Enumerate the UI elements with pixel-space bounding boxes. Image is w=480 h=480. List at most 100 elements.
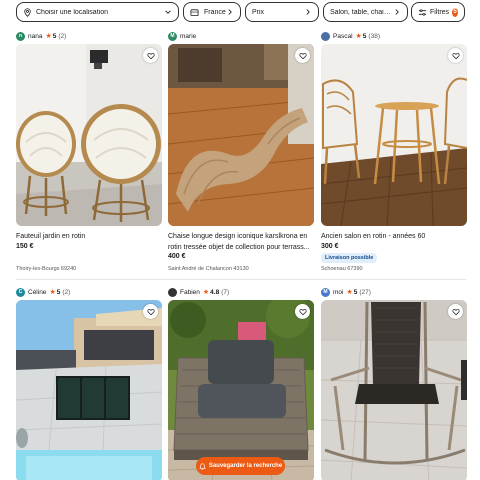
listing-photo[interactable] bbox=[16, 300, 162, 480]
listing-price: 150 € bbox=[16, 243, 34, 250]
rattan-salon-photo bbox=[321, 44, 467, 226]
seller-info[interactable]: Fabien ★ 4.8 (7) bbox=[168, 285, 229, 299]
favorite-button[interactable] bbox=[295, 304, 310, 319]
star-icon: ★ bbox=[49, 289, 56, 296]
favorite-button[interactable] bbox=[143, 304, 158, 319]
listing-price: 300 € bbox=[321, 243, 339, 250]
seller-info[interactable]: Pascal ★ 5 (38) bbox=[321, 29, 380, 43]
title-line: Fauteuil jardin en rotin bbox=[16, 233, 86, 240]
listing-card[interactable]: Fabien ★ 4.8 (7) bbox=[168, 285, 314, 480]
seller-name: moi bbox=[333, 288, 344, 296]
patio-pool-photo bbox=[16, 300, 162, 480]
map-icon bbox=[190, 8, 199, 16]
star-icon: ★ bbox=[355, 33, 362, 40]
location-select-label: Choisir une localisation bbox=[36, 8, 108, 16]
listing-title[interactable]: Fauteuil jardin en rotin bbox=[16, 231, 162, 242]
delivery-badge: Livraison possible bbox=[321, 253, 378, 263]
heart-icon bbox=[146, 308, 155, 315]
heart-icon bbox=[146, 52, 155, 59]
filter-bar: Choisir une localisation France Prix Sal… bbox=[0, 0, 480, 26]
title-line: Chaise longue design iconique karslkrona… bbox=[168, 233, 308, 240]
listing-photo[interactable] bbox=[321, 300, 467, 480]
seller-name: Pascal bbox=[333, 32, 353, 40]
chevron-down-icon bbox=[165, 10, 171, 14]
avatar bbox=[168, 287, 177, 297]
chaise-longue-photo bbox=[168, 44, 314, 226]
country-filter[interactable]: France bbox=[183, 2, 241, 22]
filters-count-badge: 5 bbox=[452, 7, 458, 17]
seller-rating: 5 bbox=[362, 32, 367, 40]
seller-review-count: (38) bbox=[368, 32, 380, 40]
seller-review-count: (27) bbox=[359, 288, 371, 296]
favorite-button[interactable] bbox=[448, 304, 463, 319]
chevron-right-icon bbox=[306, 9, 310, 15]
star-icon: ★ bbox=[346, 289, 353, 296]
listing-location: Saint André de Chalancon 43130 bbox=[168, 266, 249, 272]
avatar: C bbox=[16, 287, 25, 297]
title-line: rotin tressée objet de collection pour t… bbox=[168, 244, 310, 251]
favorite-button[interactable] bbox=[143, 48, 158, 63]
heart-icon bbox=[298, 308, 307, 315]
seller-name: nana bbox=[28, 32, 43, 40]
listing-card[interactable]: M moi ★ 5 (27) bbox=[321, 285, 467, 480]
save-search-label: Sauvegarder la recherche bbox=[208, 463, 283, 469]
listing-photo[interactable] bbox=[321, 44, 467, 226]
heart-icon bbox=[451, 52, 460, 59]
listing-photo[interactable] bbox=[16, 44, 162, 226]
more-filters-button[interactable]: Filtres 5 bbox=[411, 2, 465, 22]
seller-rating: 5 bbox=[56, 288, 61, 296]
filters-icon bbox=[418, 8, 427, 16]
resin-armchair-photo bbox=[168, 300, 314, 480]
heart-icon bbox=[451, 308, 460, 315]
save-search-button[interactable]: Sauvegarder la recherche bbox=[196, 457, 285, 475]
star-icon: ★ bbox=[45, 33, 52, 40]
listing-card[interactable]: Pascal ★ 5 (38) Ancien salon en rotin - … bbox=[321, 29, 467, 279]
listing-card[interactable]: n nana ★ 5 (2) Fauteuil jardin en rotin … bbox=[16, 29, 162, 279]
location-select[interactable]: Choisir une localisation bbox=[16, 2, 179, 22]
seller-info[interactable]: M marie bbox=[168, 29, 196, 43]
row-divider bbox=[16, 279, 466, 280]
avatar bbox=[321, 31, 330, 41]
listing-location: Schoenau 67390 bbox=[321, 266, 363, 272]
listing-location: Thoiry-les-Bourgs 69240 bbox=[16, 266, 77, 272]
avatar: n bbox=[16, 31, 25, 41]
category-filter[interactable]: Salon, table, chai… bbox=[323, 2, 408, 22]
seller-info[interactable]: C Céline ★ 5 (2) bbox=[16, 285, 70, 299]
chevron-right-icon bbox=[228, 9, 232, 15]
avatar: M bbox=[168, 31, 177, 41]
seller-info[interactable]: n nana ★ 5 (2) bbox=[16, 29, 66, 43]
location-pin-icon bbox=[24, 7, 31, 17]
listing-card[interactable]: M marie Chaise longue design iconique ka… bbox=[168, 29, 314, 279]
seller-review-count: (2) bbox=[62, 288, 71, 296]
price-filter[interactable]: Prix bbox=[245, 2, 319, 22]
star-icon: ★ bbox=[202, 289, 210, 296]
listing-card[interactable]: C Céline ★ 5 (2) bbox=[16, 285, 162, 480]
category-filter-label: Salon, table, chai… bbox=[330, 8, 391, 16]
seller-name: marie bbox=[180, 32, 197, 40]
rocking-chair-photo bbox=[321, 300, 467, 480]
listing-title[interactable]: Ancien salon en rotin - années 60 bbox=[321, 231, 467, 242]
listing-photo[interactable] bbox=[168, 300, 314, 480]
price-filter-label: Prix bbox=[252, 8, 265, 16]
avatar: M bbox=[321, 287, 330, 297]
seller-review-count: (7) bbox=[221, 288, 230, 296]
seller-rating: 4.8 bbox=[210, 288, 220, 296]
listing-photo[interactable] bbox=[168, 44, 314, 226]
listing-title[interactable]: Chaise longue design iconique karslkrona… bbox=[168, 231, 314, 253]
listing-price: 400 € bbox=[168, 253, 186, 260]
chevron-right-icon bbox=[395, 9, 399, 15]
seller-name: Céline bbox=[28, 288, 47, 296]
seller-name: Fabien bbox=[180, 288, 200, 296]
country-filter-label: France bbox=[204, 8, 226, 16]
heart-icon bbox=[298, 52, 307, 59]
favorite-button[interactable] bbox=[295, 48, 310, 63]
seller-rating: 5 bbox=[353, 288, 358, 296]
title-line: Ancien salon en rotin - années 60 bbox=[321, 233, 426, 240]
seller-review-count: (2) bbox=[58, 32, 67, 40]
favorite-button[interactable] bbox=[448, 48, 463, 63]
bell-icon bbox=[199, 463, 206, 470]
more-filters-label: Filtres bbox=[430, 8, 450, 16]
seller-info[interactable]: M moi ★ 5 (27) bbox=[321, 285, 371, 299]
rattan-armchairs-photo bbox=[16, 44, 162, 226]
seller-rating: 5 bbox=[52, 32, 57, 40]
